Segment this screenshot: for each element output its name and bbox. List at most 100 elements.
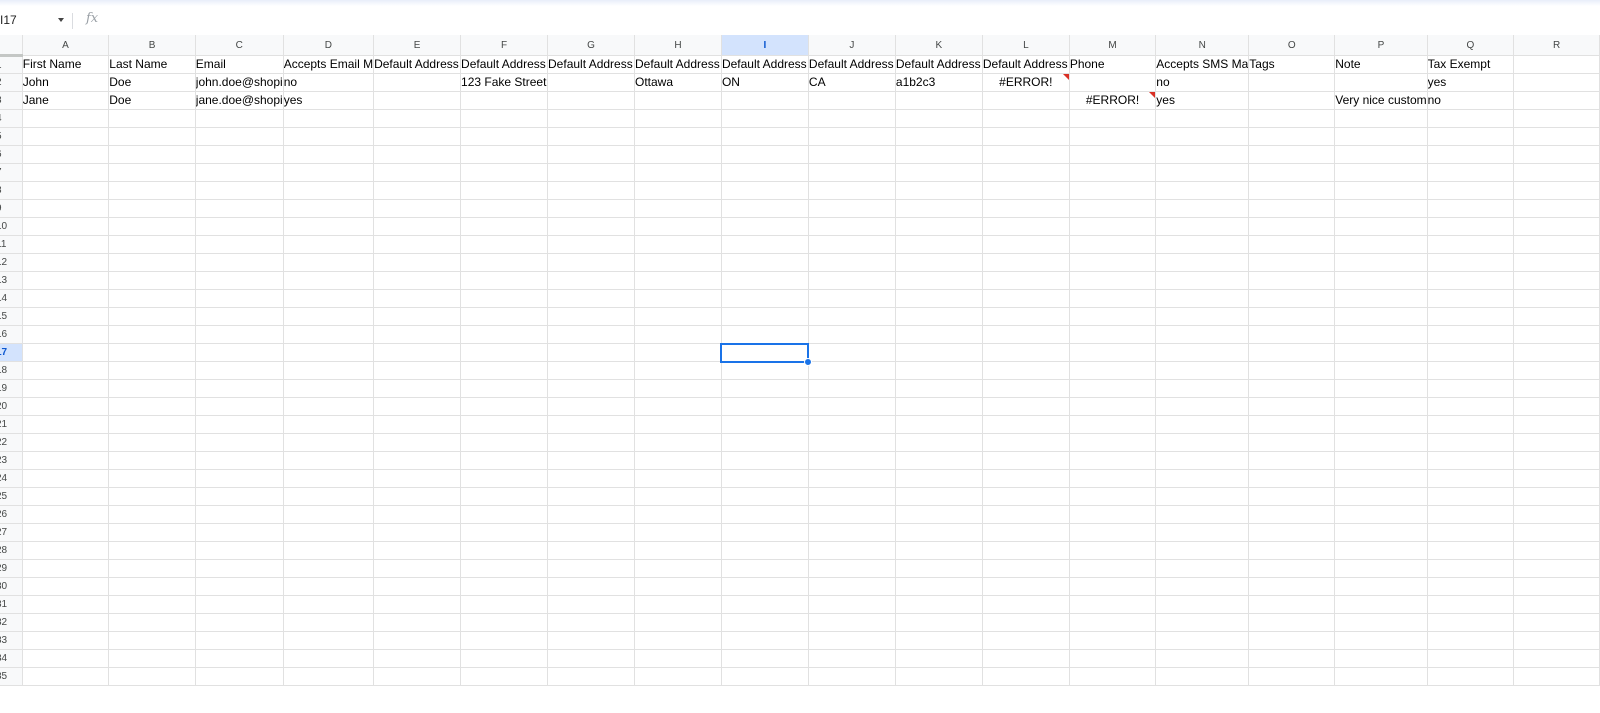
cell-k9[interactable] xyxy=(894,199,983,218)
cell-b13[interactable] xyxy=(108,271,196,290)
cell-b5[interactable] xyxy=(108,127,196,146)
cell-i15[interactable] xyxy=(720,307,809,326)
cell-o32[interactable] xyxy=(1248,613,1336,632)
cell-b6[interactable] xyxy=(108,145,196,164)
cell-a3[interactable]: Jane xyxy=(21,91,110,110)
cell-f23[interactable] xyxy=(460,451,549,470)
cell-l3[interactable] xyxy=(981,91,1070,110)
cell-r15[interactable] xyxy=(1513,307,1600,326)
cell-j25[interactable] xyxy=(807,487,896,506)
active-cell[interactable] xyxy=(720,342,810,363)
cell-i32[interactable] xyxy=(720,613,809,632)
cell-c33[interactable] xyxy=(194,631,284,650)
cell-e11[interactable] xyxy=(373,235,462,254)
cell-e2[interactable] xyxy=(373,73,462,92)
row-header[interactable]: 22 xyxy=(0,433,23,452)
cell-l21[interactable] xyxy=(981,415,1070,434)
cell-m30[interactable] xyxy=(1068,577,1157,596)
cell-d1[interactable]: Accepts Email M xyxy=(282,55,375,74)
cell-f24[interactable] xyxy=(460,469,549,488)
cell-r24[interactable] xyxy=(1513,469,1600,488)
cell-m10[interactable] xyxy=(1068,217,1157,236)
cell-i13[interactable] xyxy=(720,271,809,290)
cell-a12[interactable] xyxy=(21,253,110,272)
cell-i23[interactable] xyxy=(720,451,809,470)
cell-e29[interactable] xyxy=(373,559,462,578)
cell-q22[interactable] xyxy=(1426,433,1515,452)
cell-k32[interactable] xyxy=(894,613,983,632)
cell-l19[interactable] xyxy=(981,379,1070,398)
cell-n33[interactable] xyxy=(1155,631,1250,650)
row-header[interactable]: 7 xyxy=(0,163,23,182)
cell-g3[interactable] xyxy=(547,91,635,110)
cell-l10[interactable] xyxy=(981,217,1070,236)
cell-n1[interactable]: Accepts SMS Ma xyxy=(1155,55,1250,74)
cell-a8[interactable] xyxy=(21,181,110,200)
cell-k4[interactable] xyxy=(894,109,983,128)
column-header-e[interactable]: E xyxy=(373,35,462,56)
row-header[interactable]: 29 xyxy=(0,559,23,578)
cell-l13[interactable] xyxy=(981,271,1070,290)
cell-j13[interactable] xyxy=(807,271,896,290)
cell-a19[interactable] xyxy=(21,379,110,398)
cell-g8[interactable] xyxy=(547,181,635,200)
cell-m19[interactable] xyxy=(1068,379,1157,398)
row-header[interactable]: 27 xyxy=(0,523,23,542)
cell-q13[interactable] xyxy=(1426,271,1515,290)
cell-i24[interactable] xyxy=(720,469,809,488)
cell-m34[interactable] xyxy=(1068,649,1157,668)
cell-q34[interactable] xyxy=(1426,649,1515,668)
cell-o2[interactable] xyxy=(1248,73,1336,92)
cell-n26[interactable] xyxy=(1155,505,1250,524)
cell-j19[interactable] xyxy=(807,379,896,398)
cell-m13[interactable] xyxy=(1068,271,1157,290)
cell-j3[interactable] xyxy=(807,91,896,110)
cell-k17[interactable] xyxy=(894,343,983,362)
cell-a27[interactable] xyxy=(21,523,110,542)
cell-j31[interactable] xyxy=(807,595,896,614)
cell-j1[interactable]: Default Address xyxy=(807,55,896,74)
cell-p35[interactable] xyxy=(1334,667,1428,686)
cell-g17[interactable] xyxy=(547,343,635,362)
cell-b2[interactable]: Doe xyxy=(108,73,196,92)
cell-h7[interactable] xyxy=(633,163,722,182)
cell-p20[interactable] xyxy=(1334,397,1428,416)
cell-k20[interactable] xyxy=(894,397,983,416)
cell-m24[interactable] xyxy=(1068,469,1157,488)
cell-d16[interactable] xyxy=(282,325,375,344)
cell-o23[interactable] xyxy=(1248,451,1336,470)
cell-m8[interactable] xyxy=(1068,181,1157,200)
row-header[interactable]: 34 xyxy=(0,649,23,668)
cell-g28[interactable] xyxy=(547,541,635,560)
cell-c35[interactable] xyxy=(194,667,284,686)
cell-h35[interactable] xyxy=(633,667,722,686)
cell-c20[interactable] xyxy=(194,397,284,416)
cell-h28[interactable] xyxy=(633,541,722,560)
cell-r12[interactable] xyxy=(1513,253,1600,272)
cell-r31[interactable] xyxy=(1513,595,1600,614)
cell-g23[interactable] xyxy=(547,451,635,470)
cell-m16[interactable] xyxy=(1068,325,1157,344)
cell-f8[interactable] xyxy=(460,181,549,200)
cell-r19[interactable] xyxy=(1513,379,1600,398)
cell-d19[interactable] xyxy=(282,379,375,398)
cell-q18[interactable] xyxy=(1426,361,1515,380)
row-header[interactable]: 23 xyxy=(0,451,23,470)
cell-i12[interactable] xyxy=(720,253,809,272)
cell-g33[interactable] xyxy=(547,631,635,650)
cell-f3[interactable] xyxy=(460,91,549,110)
cell-e12[interactable] xyxy=(373,253,462,272)
cell-f29[interactable] xyxy=(460,559,549,578)
cell-q5[interactable] xyxy=(1426,127,1515,146)
cell-g13[interactable] xyxy=(547,271,635,290)
cell-i27[interactable] xyxy=(720,523,809,542)
cell-r28[interactable] xyxy=(1513,541,1600,560)
cell-c12[interactable] xyxy=(194,253,284,272)
cell-i6[interactable] xyxy=(720,145,809,164)
cell-o7[interactable] xyxy=(1248,163,1336,182)
cell-r8[interactable] xyxy=(1513,181,1600,200)
cell-r5[interactable] xyxy=(1513,127,1600,146)
cell-o9[interactable] xyxy=(1248,199,1336,218)
cell-e25[interactable] xyxy=(373,487,462,506)
cell-a18[interactable] xyxy=(21,361,110,380)
